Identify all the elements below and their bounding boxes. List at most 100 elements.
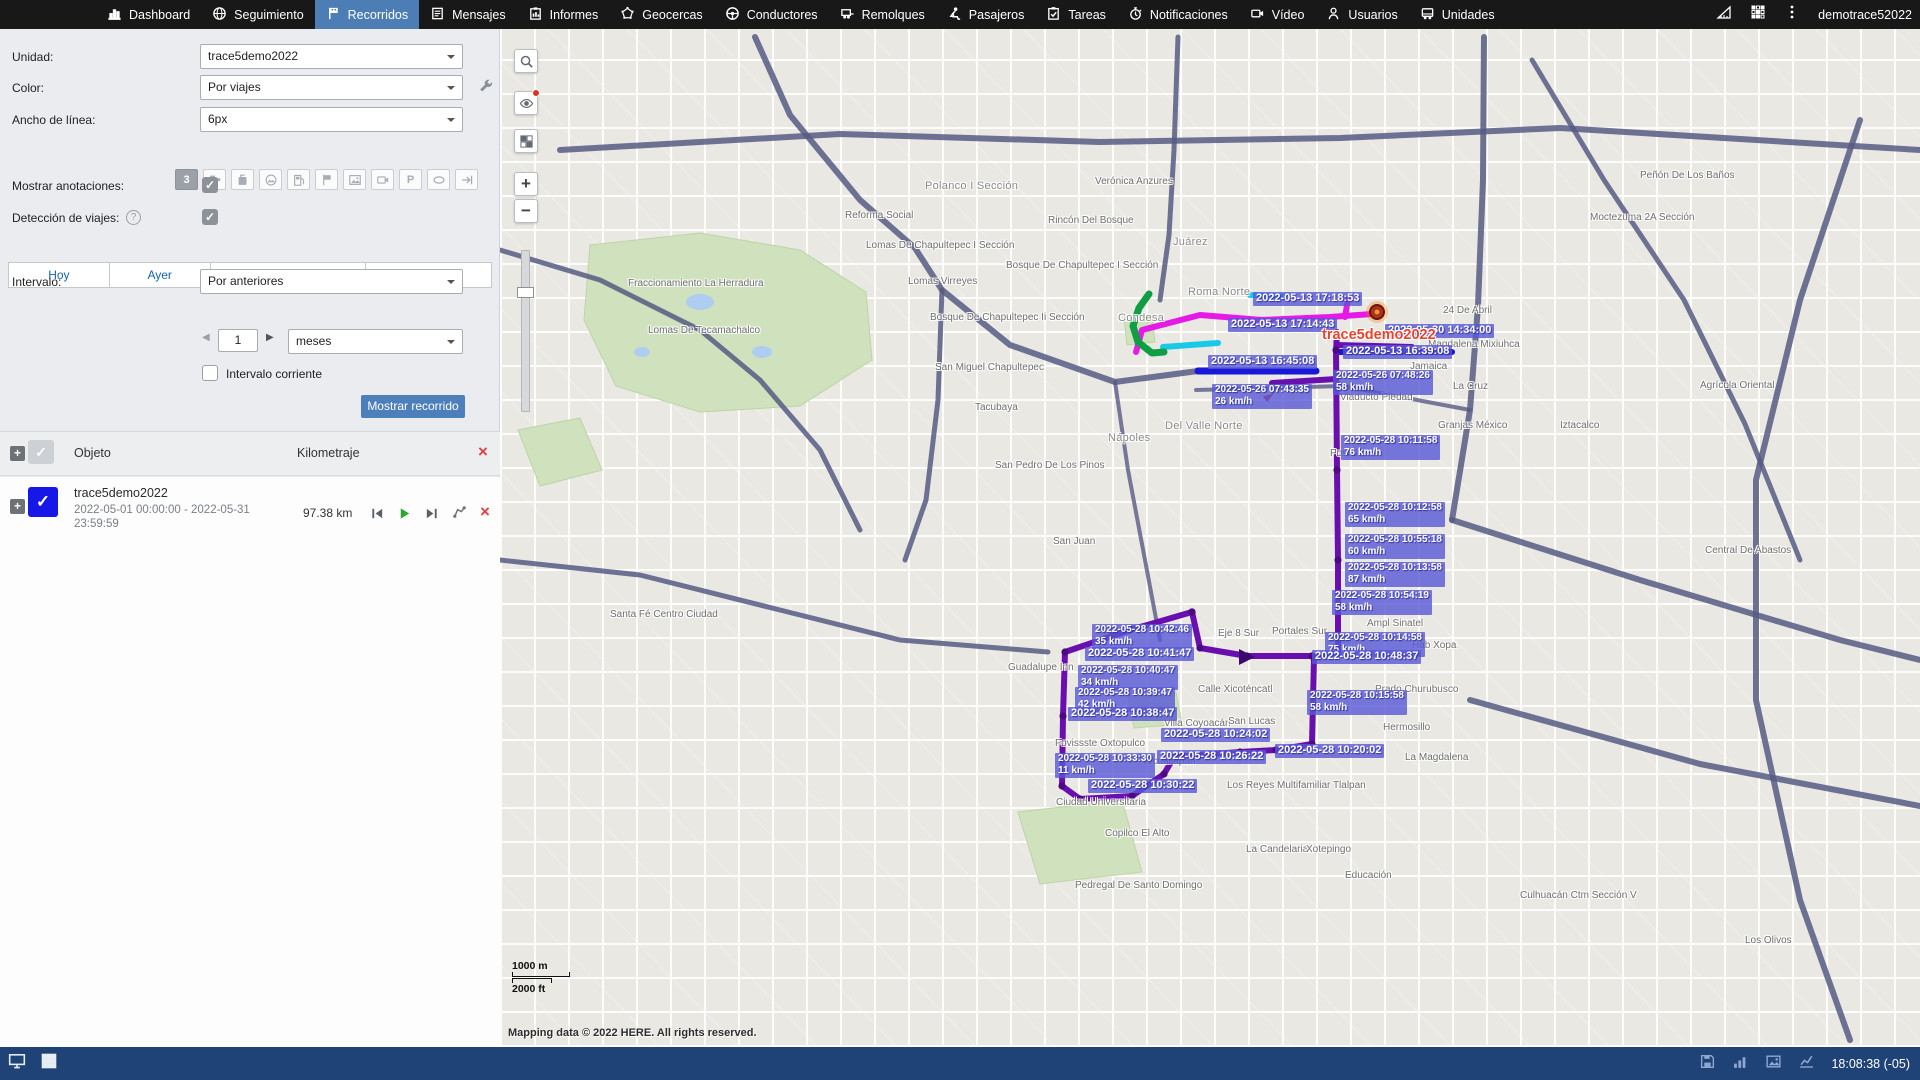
signal-icon[interactable] <box>1732 1053 1749 1075</box>
map-layers-button[interactable] <box>514 129 538 153</box>
status-bar: 18:08:38 (-05) <box>0 1047 1920 1080</box>
water-area <box>634 347 650 357</box>
nav-item-pasajeros[interactable]: Pasajeros <box>936 0 1036 29</box>
ruler-icon[interactable] <box>1716 4 1732 25</box>
track-annotation[interactable]: 2022-05-13 17:14:43 <box>1228 318 1337 332</box>
help-icon[interactable]: ? <box>126 210 141 225</box>
map-search-button[interactable] <box>514 49 538 73</box>
nav-item-recorridos[interactable]: Recorridos <box>315 0 419 29</box>
save-icon[interactable] <box>1699 1053 1716 1075</box>
track-annotation[interactable]: 2022-05-28 10:54:1958 km/h <box>1332 590 1432 615</box>
expand-row-button[interactable]: + <box>10 499 25 514</box>
nav-item-tareas[interactable]: Tareas <box>1035 0 1117 29</box>
track-annotation[interactable]: 2022-05-28 10:55:1860 km/h <box>1345 534 1445 559</box>
trip-detection-checkbox[interactable]: ✓ <box>202 209 218 225</box>
row-period: 2022-05-01 00:00:00 - 2022-05-31 23:59:5… <box>74 503 278 531</box>
nav-item-mensajes[interactable]: Mensajes <box>419 0 517 29</box>
route-point[interactable] <box>1061 648 1068 655</box>
play-icon[interactable] <box>397 506 414 521</box>
nav-item-unidades[interactable]: Unidades <box>1409 0 1506 29</box>
nav-item-informes[interactable]: Informes <box>517 0 610 29</box>
nav-item-geocercas[interactable]: Geocercas <box>609 0 713 29</box>
track-annotation[interactable]: 2022-05-28 10:38:47 <box>1068 707 1177 721</box>
street-label: Portales Sur <box>1272 626 1327 637</box>
route-point[interactable] <box>1334 556 1341 563</box>
water-area <box>752 346 772 358</box>
nav-item-usuarios[interactable]: Usuarios <box>1315 0 1408 29</box>
route-point[interactable] <box>1160 770 1167 777</box>
zoom-out-button[interactable]: − <box>514 199 538 223</box>
vehicle-name-label: trace5demo2022 <box>1322 327 1436 343</box>
track-annotation[interactable]: 2022-05-28 10:30:22 <box>1088 779 1197 793</box>
track-annotation[interactable]: 2022-05-13 17:18:53 <box>1253 292 1362 306</box>
track-annotation[interactable]: 2022-05-26 07:43:3526 km/h <box>1212 384 1312 409</box>
trip-detection-row: Detección de viajes: ? ✓ <box>0 209 500 229</box>
street-label: San Lucas <box>1228 716 1275 727</box>
nav-item-notificaciones[interactable]: Notificaciones <box>1117 0 1239 29</box>
track-annotation[interactable]: 2022-05-28 10:33:3011 km/h <box>1055 753 1155 778</box>
track-annotation[interactable]: 2022-05-28 10:48:37 <box>1312 650 1421 664</box>
track-annotation[interactable]: 2022-05-28 10:13:5887 km/h <box>1345 562 1445 587</box>
track-annotation[interactable]: 2022-05-28 10:11:5876 km/h <box>1341 435 1440 460</box>
street-label: Bosque De Chapultepec Ii Sección <box>930 312 1085 323</box>
route-point[interactable] <box>1332 346 1339 353</box>
route-replay-icon[interactable] <box>452 505 469 520</box>
track-annotation[interactable]: 2022-05-28 10:20:02 <box>1275 744 1384 758</box>
nav-item-vídeo[interactable]: Vídeo <box>1239 0 1316 29</box>
track-annotation[interactable]: 2022-05-13 16:39:08 <box>1343 345 1452 359</box>
track-annotation[interactable]: 2022-05-28 10:24:02 <box>1161 728 1270 742</box>
nav-right-group: demotrace52022 <box>1716 0 1912 29</box>
current-interval-checkbox[interactable] <box>202 365 218 381</box>
map-slider-handle[interactable] <box>517 287 534 298</box>
zoom-in-button[interactable]: + <box>514 172 538 196</box>
interval-label: Intervalo: <box>12 275 61 289</box>
major-road <box>1160 37 1178 300</box>
apps-grid-icon[interactable] <box>1750 4 1766 25</box>
track-annotation[interactable]: 2022-05-13 16:45:08 <box>1208 355 1317 369</box>
unit-select[interactable]: trace5demo2022 <box>200 44 463 69</box>
username[interactable]: demotrace52022 <box>1818 8 1912 22</box>
track-annotation[interactable]: 2022-05-28 10:26:22 <box>1157 750 1266 764</box>
track-annotation[interactable]: 2022-05-28 10:15:5858 km/h <box>1307 690 1407 715</box>
map-visibility-button[interactable] <box>514 91 538 115</box>
nav-item-label: Recorridos <box>348 8 408 22</box>
street-label: Roma Norte <box>1188 286 1250 298</box>
interval-select[interactable]: Por anteriores <box>200 269 463 294</box>
route-point[interactable] <box>1196 644 1203 651</box>
show-annotations-checkbox[interactable]: ✓ <box>202 177 218 193</box>
route-point[interactable] <box>1188 608 1195 615</box>
period-unit-select[interactable]: meses <box>288 329 463 354</box>
color-select[interactable]: Por viajes <box>200 75 463 100</box>
grid-icon[interactable] <box>40 1052 58 1075</box>
route-point[interactable] <box>1059 712 1066 719</box>
route-point[interactable] <box>1333 466 1340 473</box>
kebab-menu-icon[interactable] <box>1784 4 1800 25</box>
nav-item-remolques[interactable]: Remolques <box>829 0 936 29</box>
dashboard-icon <box>107 6 122 24</box>
nav-item-conductores[interactable]: Conductores <box>714 0 829 29</box>
image-icon[interactable] <box>1765 1053 1782 1075</box>
row-checkbox[interactable]: ✓ <box>28 487 58 517</box>
route-point[interactable] <box>1058 782 1065 789</box>
map-canvas[interactable]: Polanco I SecciónVerónica AnzuresPeñón D… <box>500 29 1920 1047</box>
chart-icon[interactable] <box>1798 1053 1815 1075</box>
monitor-icon[interactable] <box>8 1052 26 1075</box>
skip-end-icon[interactable] <box>424 506 441 521</box>
skip-start-icon[interactable] <box>370 506 387 521</box>
select-all-checkbox[interactable]: ✓ <box>28 440 54 464</box>
nav-item-seguimiento[interactable]: Seguimiento <box>201 0 315 29</box>
street-label: Condesa <box>1118 312 1164 324</box>
show-track-button[interactable]: Mostrar recorrido <box>361 395 465 418</box>
nav-item-dashboard[interactable]: Dashboard <box>96 0 201 29</box>
track-annotation[interactable]: 2022-05-26 07:48:2658 km/h <box>1333 370 1433 395</box>
close-all-icon[interactable]: × <box>478 445 488 459</box>
map-slider-track[interactable] <box>521 250 530 412</box>
route-track <box>1163 343 1218 347</box>
track-annotation[interactable]: 2022-05-28 10:12:5865 km/h <box>1345 502 1445 527</box>
remove-track-icon[interactable]: × <box>480 505 490 519</box>
line-width-select[interactable]: 6px <box>200 107 463 132</box>
expand-all-button[interactable]: + <box>10 446 25 461</box>
unit-period-row: meses <box>0 329 500 355</box>
track-annotation[interactable]: 2022-05-28 10:41:47 <box>1085 647 1194 661</box>
track-annotation[interactable]: 2022-05-28 10:42:4635 km/h <box>1092 624 1192 649</box>
